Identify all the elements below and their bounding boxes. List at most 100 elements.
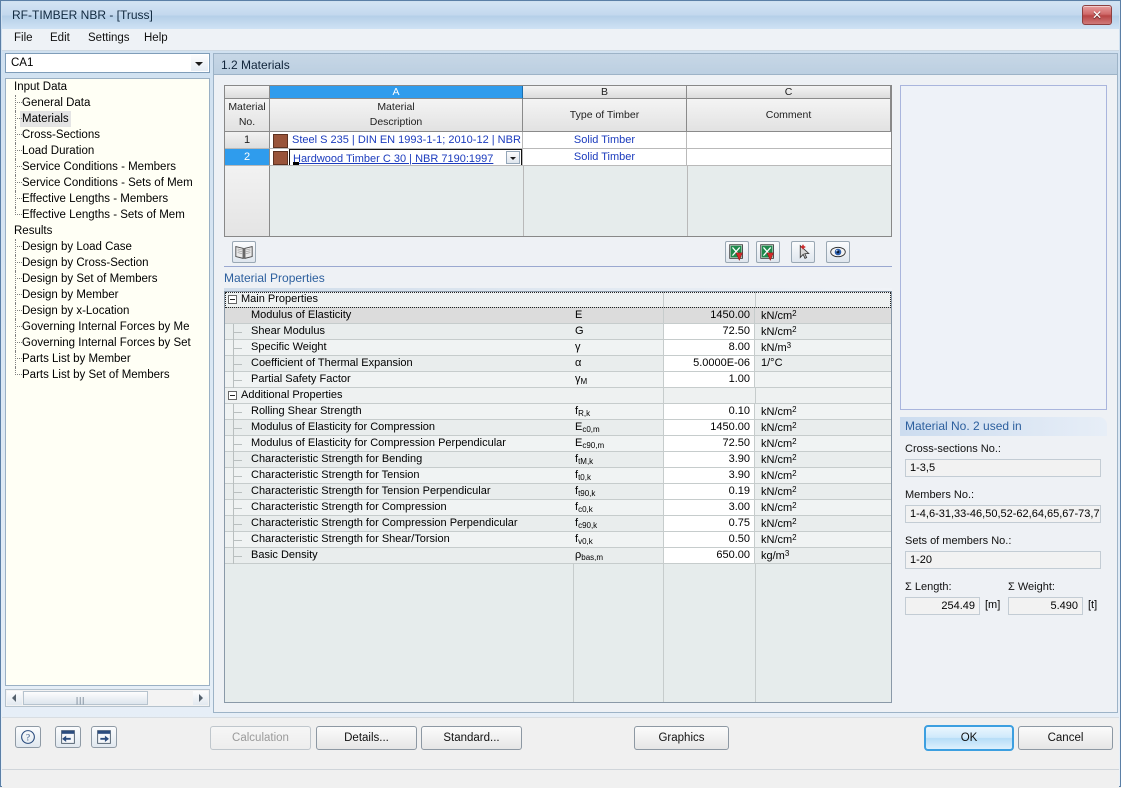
property-value[interactable]: 8.00 — [663, 340, 755, 355]
table-row[interactable]: 2 Hardwood Timber C 30 | NBR 7190:1997 Sol… — [225, 149, 891, 166]
sidebar-item-general-data[interactable]: General Data — [6, 95, 209, 111]
property-group-additional-properties[interactable]: Additional Properties — [225, 388, 891, 404]
row-number[interactable]: 1 — [225, 132, 270, 149]
property-row[interactable]: Modulus of Elasticity for Compression Pe… — [225, 436, 891, 452]
column-header-a[interactable]: A — [270, 86, 523, 99]
property-row[interactable]: Characteristic Strength for Shear/Torsio… — [225, 532, 891, 548]
material-library-button[interactable] — [232, 241, 256, 263]
property-row[interactable]: Characteristic Strength for Tension Perp… — [225, 484, 891, 500]
type-of-timber-cell[interactable]: Solid Timber — [523, 149, 687, 166]
material-description-cell[interactable]: Steel S 235 | DIN EN 1993-1-1; 2010-12 |… — [270, 132, 523, 149]
sidebar-item-effective-lengths-sets-of-mem[interactable]: Effective Lengths - Sets of Mem — [6, 207, 209, 223]
sidebar-item-design-by-set-of-members[interactable]: Design by Set of Members — [6, 271, 209, 287]
collapse-icon[interactable] — [228, 295, 237, 304]
standard-button[interactable]: Standard... — [421, 726, 522, 750]
sidebar-item-parts-list-by-set-of-members[interactable]: Parts List by Set of Members — [6, 367, 209, 383]
help-button[interactable]: ? — [15, 726, 41, 748]
property-value[interactable]: 0.50 — [663, 532, 755, 547]
property-row[interactable]: Rolling Shear Strength fR,k 0.10 kN/cm2 — [225, 404, 891, 420]
material-properties-grid[interactable]: Main Properties Modulus of Elasticity E 145… — [224, 291, 892, 703]
import-excel-button[interactable] — [725, 241, 749, 263]
material-description-cell[interactable]: Hardwood Timber C 30 | NBR 7190:1997 — [270, 149, 523, 166]
column-header-c[interactable]: C — [687, 86, 891, 99]
comment-cell[interactable] — [687, 149, 891, 166]
property-value[interactable]: 1.00 — [663, 372, 755, 387]
property-row[interactable]: Shear Modulus G 72.50 kN/cm2 — [225, 324, 891, 340]
sidebar-item-governing-internal-forces-by-me[interactable]: Governing Internal Forces by Me — [6, 319, 209, 335]
column-header-b[interactable]: B — [523, 86, 687, 99]
load-case-combobox[interactable]: CA1 — [5, 53, 210, 73]
property-value[interactable]: 3.90 — [663, 452, 755, 467]
sidebar-item-design-by-x-location[interactable]: Design by x-Location — [6, 303, 209, 319]
scroll-right-button[interactable] — [193, 691, 208, 705]
menu-edit[interactable]: Edit — [44, 32, 76, 47]
property-value[interactable]: 650.00 — [663, 548, 755, 563]
table-row[interactable]: 1 Steel S 235 | DIN EN 1993-1-1; 2010-12 … — [225, 132, 891, 149]
sidebar-item-design-by-cross-section[interactable]: Design by Cross-Section — [6, 255, 209, 271]
property-value[interactable]: 5.0000E-06 — [663, 356, 755, 371]
material-description-editor[interactable]: Hardwood Timber C 30 | NBR 7190:1997 — [289, 149, 522, 165]
property-unit: kg/m3 — [761, 549, 790, 562]
sidebar-item-governing-internal-forces-by-set[interactable]: Governing Internal Forces by Set — [6, 335, 209, 351]
property-value[interactable]: 1450.00 — [663, 308, 755, 323]
property-row[interactable]: Characteristic Strength for Tension ft0,k… — [225, 468, 891, 484]
pick-from-model-button[interactable] — [791, 241, 815, 263]
sidebar-item-service-conditions-sets-of-mem[interactable]: Service Conditions - Sets of Mem — [6, 175, 209, 191]
tree-group-1[interactable]: Results — [6, 223, 209, 239]
property-value[interactable]: 3.90 — [663, 468, 755, 483]
navigation-tree[interactable]: Input Data General Data Materials Cross-Sec… — [5, 78, 210, 686]
navigator-horizontal-scrollbar[interactable]: ||| — [5, 689, 210, 707]
menu-help[interactable]: Help — [138, 32, 174, 47]
combobox-arrow-button[interactable] — [191, 55, 208, 71]
tree-group-0[interactable]: Input Data — [6, 79, 209, 95]
material-dropdown-button[interactable] — [506, 151, 520, 164]
property-row[interactable]: Specific Weight γ 8.00 kN/m3 — [225, 340, 891, 356]
menu-file[interactable]: File — [8, 32, 39, 47]
sidebar-item-cross-sections[interactable]: Cross-Sections — [6, 127, 209, 143]
property-group-main-properties[interactable]: Main Properties — [225, 292, 891, 308]
property-value[interactable]: 1450.00 — [663, 420, 755, 435]
sidebar-item-design-by-load-case[interactable]: Design by Load Case — [6, 239, 209, 255]
sidebar-item-materials[interactable]: Materials — [6, 111, 209, 127]
row-number[interactable]: 2 — [225, 149, 270, 166]
property-value[interactable]: 0.75 — [663, 516, 755, 531]
property-row[interactable]: Characteristic Strength for Compression f… — [225, 500, 891, 516]
property-value[interactable]: 72.50 — [663, 324, 755, 339]
scrollbar-thumb[interactable]: ||| — [23, 691, 148, 705]
sidebar-item-parts-list-by-member[interactable]: Parts List by Member — [6, 351, 209, 367]
property-row[interactable]: Characteristic Strength for Bending ftM,k… — [225, 452, 891, 468]
next-button[interactable] — [91, 726, 117, 748]
close-window-button[interactable]: ✕ — [1082, 5, 1112, 25]
tree-line — [15, 303, 16, 319]
calculation-button[interactable]: Calculation — [210, 726, 311, 750]
type-of-timber-cell[interactable]: Solid Timber — [523, 132, 687, 149]
property-row[interactable]: Modulus of Elasticity E 1450.00 kN/cm2 — [225, 308, 891, 324]
materials-table[interactable]: A B C Material No. Material Description Type of… — [224, 85, 892, 237]
property-row[interactable]: Coefficient of Thermal Expansion α 5.0000E… — [225, 356, 891, 372]
menu-settings[interactable]: Settings — [82, 32, 136, 47]
sidebar-item-effective-lengths-members[interactable]: Effective Lengths - Members — [6, 191, 209, 207]
sidebar-item-load-duration[interactable]: Load Duration — [6, 143, 209, 159]
cancel-button[interactable]: Cancel — [1018, 726, 1113, 750]
property-value[interactable]: 72.50 — [663, 436, 755, 451]
previous-button[interactable] — [55, 726, 81, 748]
property-value[interactable]: 3.00 — [663, 500, 755, 515]
details-button[interactable]: Details... — [316, 726, 417, 750]
property-symbol: fv0,k — [575, 533, 593, 546]
property-value[interactable]: 0.19 — [663, 484, 755, 499]
tree-line — [15, 351, 16, 367]
property-row[interactable]: Basic Density ρbas,m 650.00 kg/m3 — [225, 548, 891, 564]
graphics-button[interactable]: Graphics — [634, 726, 729, 750]
sidebar-item-service-conditions-members[interactable]: Service Conditions - Members — [6, 159, 209, 175]
sidebar-item-design-by-member[interactable]: Design by Member — [6, 287, 209, 303]
export-excel-button[interactable] — [756, 241, 780, 263]
view-mode-button[interactable] — [826, 241, 850, 263]
ok-button[interactable]: OK — [924, 725, 1014, 751]
scroll-left-button[interactable] — [7, 691, 22, 705]
property-row[interactable]: Characteristic Strength for Compression … — [225, 516, 891, 532]
collapse-icon[interactable] — [228, 391, 237, 400]
property-row[interactable]: Modulus of Elasticity for Compression Ec0… — [225, 420, 891, 436]
property-row[interactable]: Partial Safety Factor γM 1.00 — [225, 372, 891, 388]
property-value[interactable]: 0.10 — [663, 404, 755, 419]
comment-cell[interactable] — [687, 132, 891, 149]
